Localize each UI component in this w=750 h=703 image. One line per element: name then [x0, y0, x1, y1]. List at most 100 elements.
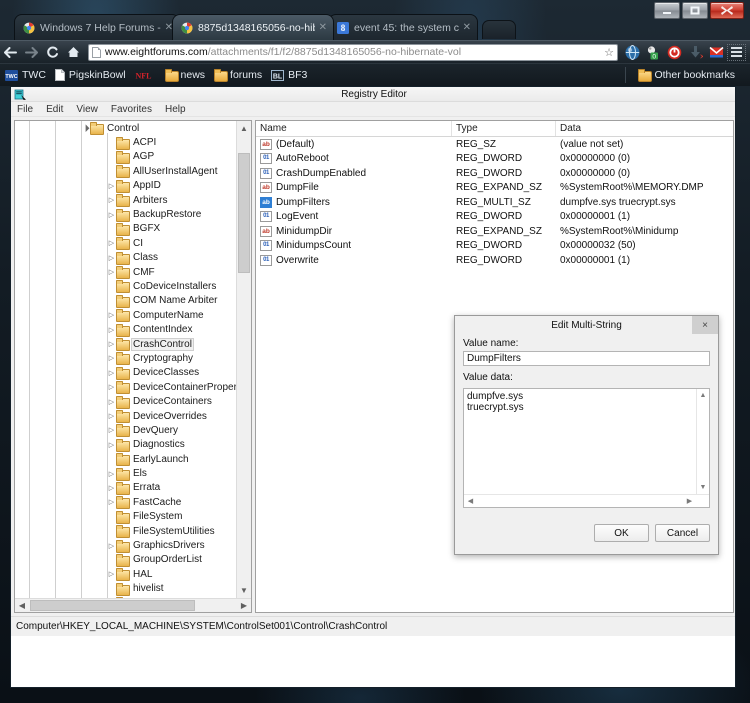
expand-arrow-icon[interactable]: ▷: [107, 542, 116, 550]
tree-item-els[interactable]: ▷ Els: [15, 466, 236, 481]
download-icon[interactable]: ✕: [686, 43, 705, 62]
column-header-data[interactable]: Data: [556, 121, 733, 136]
tree-item-filesystemutilities[interactable]: FileSystemUtilities: [15, 524, 236, 539]
expand-arrow-icon[interactable]: ▷: [107, 254, 116, 262]
tree-item-cmf[interactable]: ▷ CMF: [15, 265, 236, 280]
table-row[interactable]: ab DumpFile REG_EXPAND_SZ %SystemRoot%\MEMO…: [256, 181, 733, 196]
expand-arrow-icon[interactable]: ▷: [107, 326, 116, 334]
bookmark-bf3[interactable]: BL BF3: [271, 69, 307, 81]
scroll-left-icon[interactable]: ◀: [15, 599, 29, 612]
menu-item-favorites[interactable]: Favorites: [111, 104, 152, 115]
tab-windows-7-help-forums[interactable]: Windows 7 Help Forums - ✕: [14, 14, 180, 40]
tab-event-45[interactable]: 8 event 45: the system coulc ✕: [328, 14, 478, 40]
column-header-name[interactable]: Name: [256, 121, 452, 136]
expand-arrow-icon[interactable]: ▷: [107, 311, 116, 319]
tree-item-hal[interactable]: ▷ HAL: [15, 567, 236, 582]
tree-item-computername[interactable]: ▷ ComputerName: [15, 308, 236, 323]
table-row[interactable]: 01 CrashDumpEnabled REG_DWORD 0x00000000 (0…: [256, 166, 733, 181]
expand-arrow-icon[interactable]: ▷: [107, 369, 116, 377]
shield-icon[interactable]: [665, 43, 684, 62]
expand-arrow-icon[interactable]: ▷: [107, 354, 116, 362]
tree-item-devicecontainerpropertyupdat[interactable]: ▷ DeviceContainerPropertyUpdat: [15, 380, 236, 395]
address-bar[interactable]: www.eightforums.com/attachments/f1/f2/88…: [88, 43, 618, 61]
expand-arrow-icon[interactable]: ▷: [107, 239, 116, 247]
dialog-close-button[interactable]: ×: [692, 316, 718, 334]
globe-icon[interactable]: [623, 43, 642, 62]
bookmark-twc[interactable]: TWC TWC: [5, 69, 46, 81]
bookmark-star-icon[interactable]: ☆: [604, 46, 614, 59]
new-tab-button[interactable]: [482, 20, 516, 39]
tree-item-graphicsdrivers[interactable]: ▷ GraphicsDrivers: [15, 538, 236, 553]
expand-arrow-icon[interactable]: ▷: [107, 441, 116, 449]
table-row[interactable]: ab (Default) REG_SZ (value not set): [256, 137, 733, 152]
tree-item-ci[interactable]: ▷ CI: [15, 236, 236, 251]
tree-item-agp[interactable]: AGP: [15, 150, 236, 164]
expand-arrow-icon[interactable]: ▷: [107, 470, 116, 478]
forward-button[interactable]: [21, 42, 42, 63]
tree-horizontal-scrollbar[interactable]: ◀ ▶: [15, 598, 251, 612]
tree-item-diagnostics[interactable]: ▷ Diagnostics: [15, 438, 236, 452]
table-row[interactable]: 01 LogEvent REG_DWORD 0x00000001 (1): [256, 210, 733, 225]
table-row[interactable]: 01 Overwrite REG_DWORD 0x00000001 (1): [256, 253, 733, 268]
tree-item-contentindex[interactable]: ▷ ContentIndex: [15, 322, 236, 337]
tab-close-icon[interactable]: ✕: [463, 22, 471, 33]
textarea-vertical-scrollbar[interactable]: ▲ ▼: [696, 389, 709, 494]
value-data-textarea[interactable]: dumpfve.sys truecrypt.sys ▲ ▼ ◀ ▶: [463, 388, 710, 508]
tree-item-arbiters[interactable]: ▷ Arbiters: [15, 193, 236, 208]
expand-arrow-icon[interactable]: ▷: [107, 196, 116, 204]
expand-arrow-icon[interactable]: ▷: [107, 383, 116, 391]
table-row[interactable]: 01 AutoReboot REG_DWORD 0x00000000 (0): [256, 152, 733, 167]
expand-arrow-icon[interactable]: ▷: [107, 398, 116, 406]
tree-item-hivelist[interactable]: hivelist: [15, 582, 236, 596]
column-header-type[interactable]: Type: [452, 121, 556, 136]
tree-item-earlylaunch[interactable]: EarlyLaunch: [15, 452, 236, 467]
expand-arrow-icon[interactable]: ▷: [107, 211, 116, 219]
menu-item-help[interactable]: Help: [165, 104, 186, 115]
bookmark-forums[interactable]: forums: [214, 69, 262, 82]
home-button[interactable]: [63, 42, 84, 63]
scroll-up-icon[interactable]: ▲: [697, 389, 709, 402]
adblock-icon[interactable]: 0: [644, 43, 663, 62]
tree-item-cryptography[interactable]: ▷ Cryptography: [15, 351, 236, 366]
tree-item-deviceoverrides[interactable]: ▷ DeviceOverrides: [15, 409, 236, 423]
tree-item-bgfx[interactable]: BGFX: [15, 222, 236, 236]
expand-arrow-icon[interactable]: ▷: [107, 426, 116, 434]
tree-item-filesystem[interactable]: FileSystem: [15, 510, 236, 524]
expand-arrow-icon[interactable]: ▷: [107, 570, 116, 578]
tree-vertical-scrollbar[interactable]: ▲ ▼: [236, 121, 251, 598]
expand-arrow-icon[interactable]: ▷: [107, 268, 116, 276]
bookmark-nfl[interactable]: NFL: [135, 70, 156, 81]
tree-item-grouporderlist[interactable]: GroupOrderList: [15, 553, 236, 567]
table-row[interactable]: ab DumpFilters REG_MULTI_SZ dumpfve.sys tru…: [256, 195, 733, 210]
tree-item-class[interactable]: ▷ Class: [15, 251, 236, 265]
tree-item-alluserinstallagent[interactable]: AllUserInstallAgent: [15, 164, 236, 179]
scroll-left-icon[interactable]: ◀: [464, 495, 477, 507]
bookmark-news[interactable]: news: [164, 69, 205, 82]
tab-attachment-active[interactable]: 8875d1348165056-no-hibe ✕: [172, 14, 334, 40]
tree-item-deviceclasses[interactable]: ▷ DeviceClasses: [15, 366, 236, 380]
reload-button[interactable]: [42, 42, 63, 63]
scroll-up-icon[interactable]: ▲: [237, 121, 251, 136]
table-row[interactable]: 01 MinidumpsCount REG_DWORD 0x00000032 (50): [256, 239, 733, 254]
expand-arrow-icon[interactable]: ▷: [107, 498, 116, 506]
scroll-right-icon[interactable]: ▶: [683, 495, 696, 507]
expand-arrow-icon[interactable]: ▷: [107, 182, 116, 190]
tree-item-codeviceinstallers[interactable]: CoDeviceInstallers: [15, 279, 236, 294]
expand-arrow-icon[interactable]: ▷: [107, 412, 116, 420]
tree-item-fastcache[interactable]: ▷ FastCache: [15, 495, 236, 510]
textarea-horizontal-scrollbar[interactable]: ◀ ▶: [464, 494, 709, 507]
scroll-right-icon[interactable]: ▶: [237, 599, 251, 612]
menu-item-edit[interactable]: Edit: [46, 104, 63, 115]
back-button[interactable]: [0, 42, 21, 63]
bookmark-pigskinbowl[interactable]: PigskinBowl: [54, 69, 126, 81]
ok-button[interactable]: OK: [594, 524, 649, 542]
scroll-thumb[interactable]: [238, 153, 250, 273]
menu-item-view[interactable]: View: [76, 104, 98, 115]
tree-item-devquery[interactable]: ▷ DevQuery: [15, 423, 236, 438]
value-name-input[interactable]: DumpFilters: [463, 351, 710, 366]
table-row[interactable]: ab MinidumpDir REG_EXPAND_SZ %SystemRoot%\M…: [256, 224, 733, 239]
menu-item-file[interactable]: File: [17, 104, 33, 115]
tree-item-appid[interactable]: ▷ AppID: [15, 179, 236, 193]
chrome-menu-button[interactable]: [727, 43, 746, 61]
scroll-down-icon[interactable]: ▼: [697, 481, 709, 494]
